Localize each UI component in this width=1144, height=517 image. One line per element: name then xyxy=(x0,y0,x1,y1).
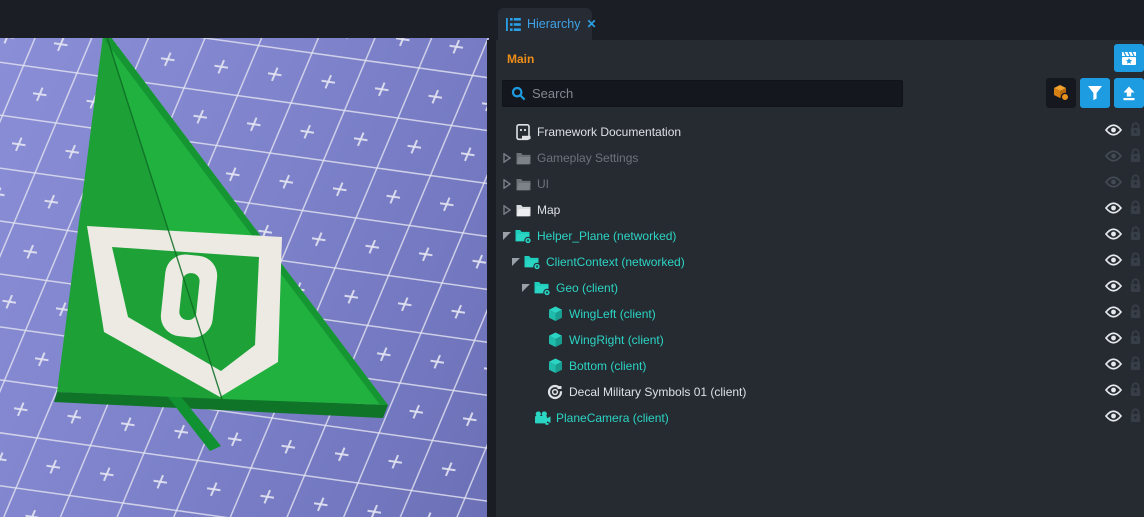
expand-arrow-icon[interactable] xyxy=(500,205,514,215)
cube-badge-icon xyxy=(1052,84,1070,102)
spacer xyxy=(532,335,546,345)
lock-icon[interactable] xyxy=(1129,330,1142,350)
camera-icon xyxy=(533,410,551,427)
visibility-eye-icon[interactable] xyxy=(1105,409,1122,427)
filter-button[interactable] xyxy=(1080,78,1110,108)
tree-row[interactable]: Framework Documentation xyxy=(496,119,1144,145)
lock-icon[interactable] xyxy=(1129,408,1142,428)
search-input-wrap[interactable] xyxy=(502,80,903,107)
asset-cube-button[interactable] xyxy=(1046,78,1076,108)
lock-icon[interactable] xyxy=(1129,382,1142,402)
lock-icon[interactable] xyxy=(1129,200,1142,220)
green-paper-plane[interactable] xyxy=(54,38,388,451)
tab-hierarchy[interactable]: Hierarchy ✕ xyxy=(498,8,592,40)
tree-row[interactable]: WingRight (client) xyxy=(496,327,1144,353)
visibility-eye-icon[interactable] xyxy=(1105,357,1122,375)
visibility-eye-icon[interactable] xyxy=(1105,383,1122,401)
lock-icon[interactable] xyxy=(1129,226,1142,246)
spacer xyxy=(532,309,546,319)
decal-icon xyxy=(546,384,564,401)
hierarchy-tree: Framework Documentation Gameplay Setting… xyxy=(496,119,1144,431)
visibility-eye-icon[interactable] xyxy=(1105,149,1122,167)
folder-badge-icon xyxy=(523,254,541,271)
publish-button[interactable] xyxy=(1114,78,1144,108)
mesh-cube-icon xyxy=(546,332,564,349)
tree-row[interactable]: Gameplay Settings xyxy=(496,145,1144,171)
search-input[interactable] xyxy=(532,86,894,101)
tree-row[interactable]: Geo (client) xyxy=(496,275,1144,301)
lock-icon[interactable] xyxy=(1129,252,1142,272)
clapperboard-icon xyxy=(1121,51,1137,66)
spacer xyxy=(519,413,533,423)
tree-row[interactable]: Helper_Plane (networked) xyxy=(496,223,1144,249)
visibility-eye-icon[interactable] xyxy=(1105,123,1122,141)
spacer xyxy=(532,387,546,397)
collapse-arrow-icon[interactable] xyxy=(519,283,533,293)
tree-row[interactable]: WingLeft (client) xyxy=(496,301,1144,327)
collapse-arrow-icon[interactable] xyxy=(509,257,523,267)
visibility-eye-icon[interactable] xyxy=(1105,253,1122,271)
scene-name-label: Main xyxy=(507,52,534,66)
documentation-icon xyxy=(514,124,532,141)
spacer xyxy=(532,361,546,371)
collapse-arrow-icon[interactable] xyxy=(500,231,514,241)
search-icon xyxy=(511,86,526,101)
folder-badge-icon xyxy=(514,228,532,245)
hierarchy-list-icon xyxy=(506,18,521,31)
lock-icon[interactable] xyxy=(1129,174,1142,194)
funnel-icon xyxy=(1087,85,1103,101)
upload-icon xyxy=(1121,85,1137,101)
lock-icon[interactable] xyxy=(1129,278,1142,298)
visibility-eye-icon[interactable] xyxy=(1105,201,1122,219)
expand-arrow-icon[interactable] xyxy=(500,179,514,189)
folder-icon xyxy=(514,176,532,193)
tab-label: Hierarchy xyxy=(527,17,581,31)
expand-arrow-icon[interactable] xyxy=(500,153,514,163)
lock-icon[interactable] xyxy=(1129,122,1142,142)
lock-icon[interactable] xyxy=(1129,304,1142,324)
scene-viewport[interactable] xyxy=(0,38,489,517)
tree-row[interactable]: Map xyxy=(496,197,1144,223)
visibility-eye-icon[interactable] xyxy=(1105,331,1122,349)
visibility-eye-icon[interactable] xyxy=(1105,305,1122,323)
folder-icon xyxy=(514,202,532,219)
tree-row[interactable]: UI xyxy=(496,171,1144,197)
lock-icon[interactable] xyxy=(1129,356,1142,376)
visibility-eye-icon[interactable] xyxy=(1105,227,1122,245)
tree-row[interactable]: Decal Military Symbols 01 (client) xyxy=(496,379,1144,405)
panel-splitter[interactable] xyxy=(487,40,496,517)
visibility-eye-icon[interactable] xyxy=(1105,279,1122,297)
lock-icon[interactable] xyxy=(1129,148,1142,168)
tree-row[interactable]: PlaneCamera (client) xyxy=(496,405,1144,431)
tree-row[interactable]: Bottom (client) xyxy=(496,353,1144,379)
folder-badge-icon xyxy=(533,280,551,297)
mesh-cube-icon xyxy=(546,306,564,323)
spacer xyxy=(500,127,514,137)
visibility-eye-icon[interactable] xyxy=(1105,175,1122,193)
close-icon[interactable]: ✕ xyxy=(587,18,597,30)
cinematic-button[interactable] xyxy=(1114,44,1144,72)
folder-icon xyxy=(514,150,532,167)
mesh-cube-icon xyxy=(546,358,564,375)
tree-row[interactable]: ClientContext (networked) xyxy=(496,249,1144,275)
